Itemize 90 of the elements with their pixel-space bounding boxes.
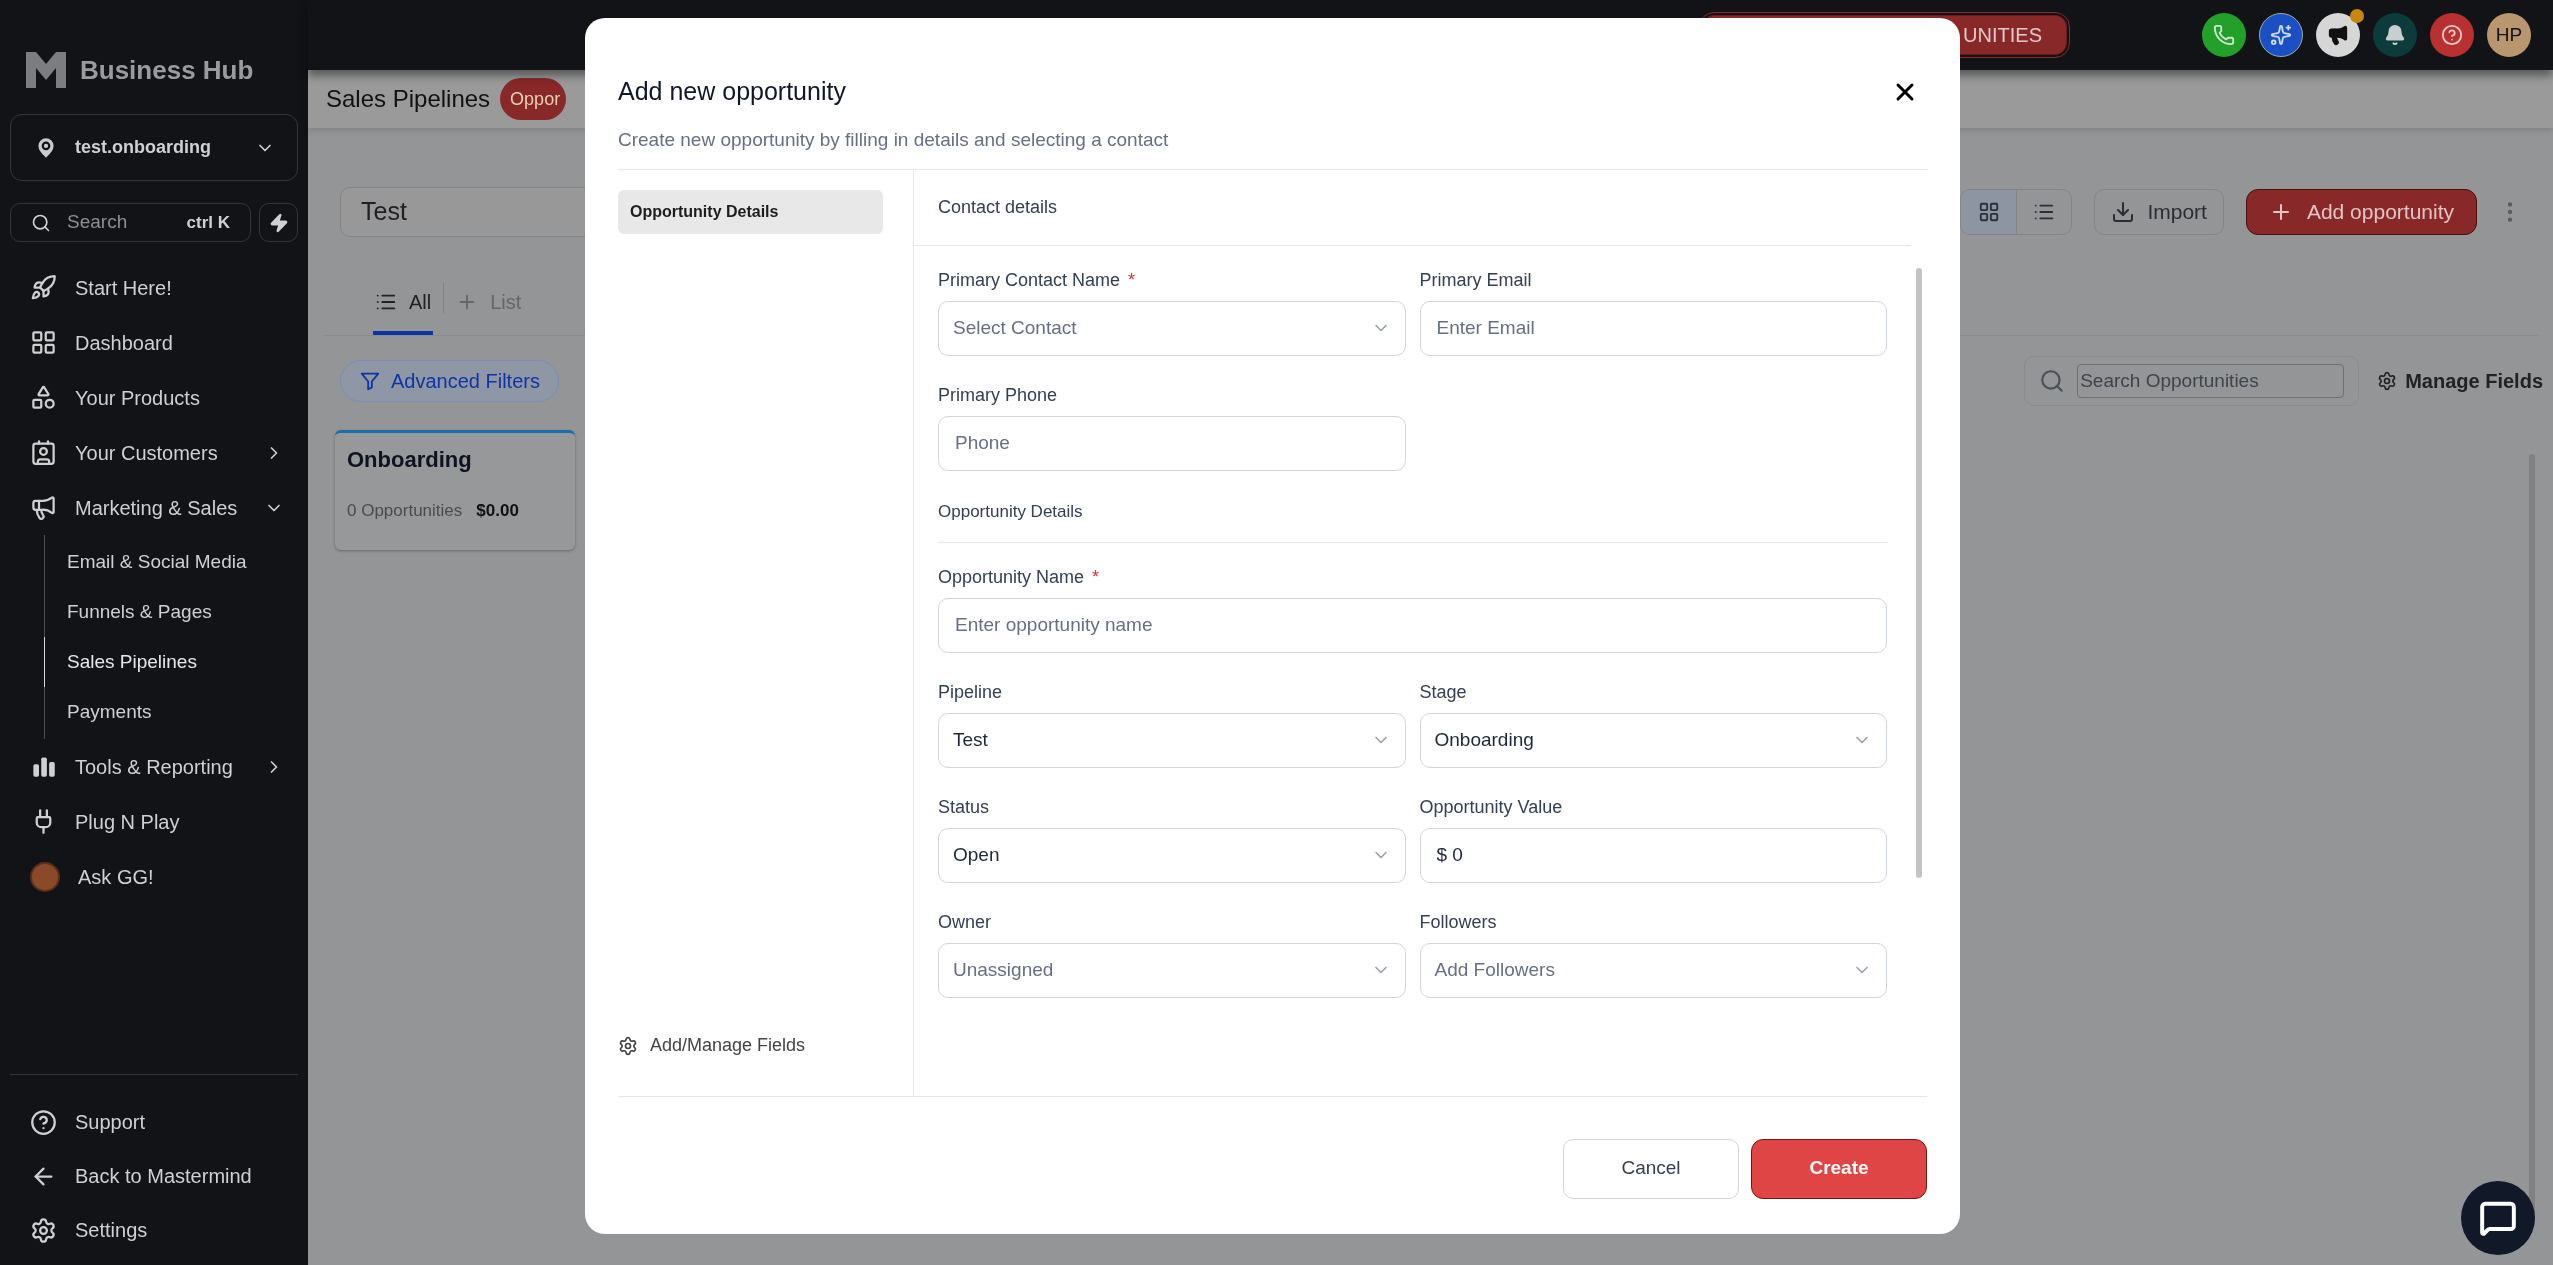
megaphone-icon (2327, 24, 2349, 46)
import-button[interactable]: Import (2094, 189, 2224, 235)
bell-icon (2384, 24, 2406, 46)
nav-item[interactable]: Plug N Play (10, 794, 298, 849)
contact-card-icon (30, 439, 57, 466)
chat-icon (2479, 1199, 2517, 1237)
settings-icon (618, 1035, 638, 1056)
section-nav-item[interactable]: Opportunity Details (618, 189, 883, 234)
required-mark: * (1092, 566, 1100, 589)
phone-icon (2213, 24, 2235, 46)
dashboard-icon (30, 329, 57, 356)
required-mark: * (1128, 269, 1136, 292)
field-label: Status (938, 796, 990, 819)
nav-item[interactable]: Start Here! (10, 260, 298, 315)
nav-item[interactable]: Dashboard (10, 315, 298, 370)
field-label: Primary Phone (938, 384, 1058, 407)
field-label: Opportunity Name (938, 566, 1085, 589)
field-label: Owner (938, 911, 991, 934)
shapes-icon (30, 384, 57, 411)
page-title: Sales Pipelines (326, 84, 491, 114)
cancel-button[interactable]: Cancel (1563, 1138, 1739, 1199)
field-label: Followers (1419, 911, 1497, 934)
nav-item[interactable]: Tools & Reporting (10, 739, 298, 794)
grid-icon (1977, 201, 2000, 223)
download-icon (2111, 200, 2136, 224)
help-icon (30, 1108, 57, 1136)
avatar-icon (30, 861, 60, 892)
nav-item[interactable]: Support (10, 1095, 298, 1149)
search-field[interactable]: Search Opportunities (2077, 364, 2345, 398)
section-heading: Opportunity Details (938, 482, 1887, 543)
settings-icon (30, 1216, 57, 1244)
manage-fields-button[interactable]: Add/Manage Fields (618, 1015, 913, 1076)
select-field[interactable]: Select Contact (938, 300, 1406, 356)
grid-view-button[interactable] (1961, 190, 2017, 234)
nav-subitem[interactable]: Payments (44, 687, 298, 737)
input-field[interactable]: Enter Email (1419, 300, 1887, 356)
nav-item[interactable]: Settings (10, 1203, 298, 1257)
field-label: Pipeline (938, 681, 1003, 704)
nav-subitem[interactable]: Sales Pipelines (44, 637, 298, 687)
field-label: Primary Email (1419, 269, 1532, 292)
search-icon (31, 212, 51, 233)
add-opportunity-button[interactable]: Add opportunity (2245, 189, 2477, 235)
shortcut-hint: ctrl K (186, 211, 230, 234)
nav-item[interactable]: Marketing & Sales (10, 480, 298, 535)
field-label: Opportunity Value (1419, 796, 1563, 819)
notifications-button[interactable] (2373, 13, 2417, 57)
manage-fields-button[interactable]: Manage Fields (2377, 366, 2543, 396)
help-icon (2441, 24, 2463, 46)
search-icon (2039, 368, 2066, 394)
nav-subitem[interactable]: Funnels & Pages (44, 587, 298, 637)
rocket-icon (30, 274, 57, 301)
field-label: Stage (1419, 681, 1467, 704)
filter-icon (359, 370, 381, 392)
lightning-icon (268, 212, 289, 233)
input-field[interactable]: $ 0 (1419, 827, 1887, 883)
section-heading: Contact details (914, 169, 1911, 246)
brand-name: Business Hub (80, 53, 254, 87)
nav-item[interactable]: Your Products (10, 370, 298, 425)
search-field[interactable]: Search ctrl K (10, 203, 251, 242)
nav-item[interactable]: Your Customers (10, 425, 298, 480)
nav-item[interactable]: Ask GG! (10, 849, 298, 904)
account-selector[interactable]: test.onboarding (10, 114, 298, 181)
nav-item[interactable]: Back to Mastermind (10, 1149, 298, 1203)
modal-subtitle: Create new opportunity by filling in details and selecting a contact (618, 126, 1927, 170)
help-button[interactable] (2430, 13, 2474, 57)
megaphone-icon (30, 494, 57, 521)
select-field[interactable]: Onboarding (1419, 712, 1887, 768)
section-badge[interactable]: Oppor (500, 78, 567, 120)
user-avatar[interactable]: HP (2487, 13, 2531, 57)
input-field[interactable]: Phone (938, 415, 1406, 471)
sparkles-icon (2270, 24, 2292, 46)
modal-title: Add new opportunity (618, 76, 847, 108)
input-field[interactable]: Enter opportunity name (938, 597, 1887, 653)
stage-value: $0.00 (476, 500, 519, 522)
search-input[interactable]: Search (67, 208, 171, 237)
select-field[interactable]: Add Followers (1419, 942, 1887, 998)
select-field[interactable]: Test (938, 712, 1406, 768)
phone-button[interactable] (2202, 13, 2246, 57)
ai-assistant-button[interactable] (2259, 13, 2303, 57)
nav-subitem[interactable]: Email & Social Media (44, 537, 298, 587)
select-field[interactable]: Unassigned (938, 942, 1406, 998)
settings-icon (2377, 371, 2398, 391)
select-field[interactable]: Open (938, 827, 1406, 883)
field-label: Primary Contact Name (938, 269, 1121, 292)
create-button[interactable]: Create (1751, 1138, 1927, 1199)
opportunity-count: 0 Opportunities (347, 500, 463, 522)
stage-title: Onboarding (347, 446, 473, 474)
logo-icon (24, 50, 68, 90)
view-tab[interactable]: All (373, 277, 434, 335)
quick-actions-button[interactable] (259, 203, 298, 242)
